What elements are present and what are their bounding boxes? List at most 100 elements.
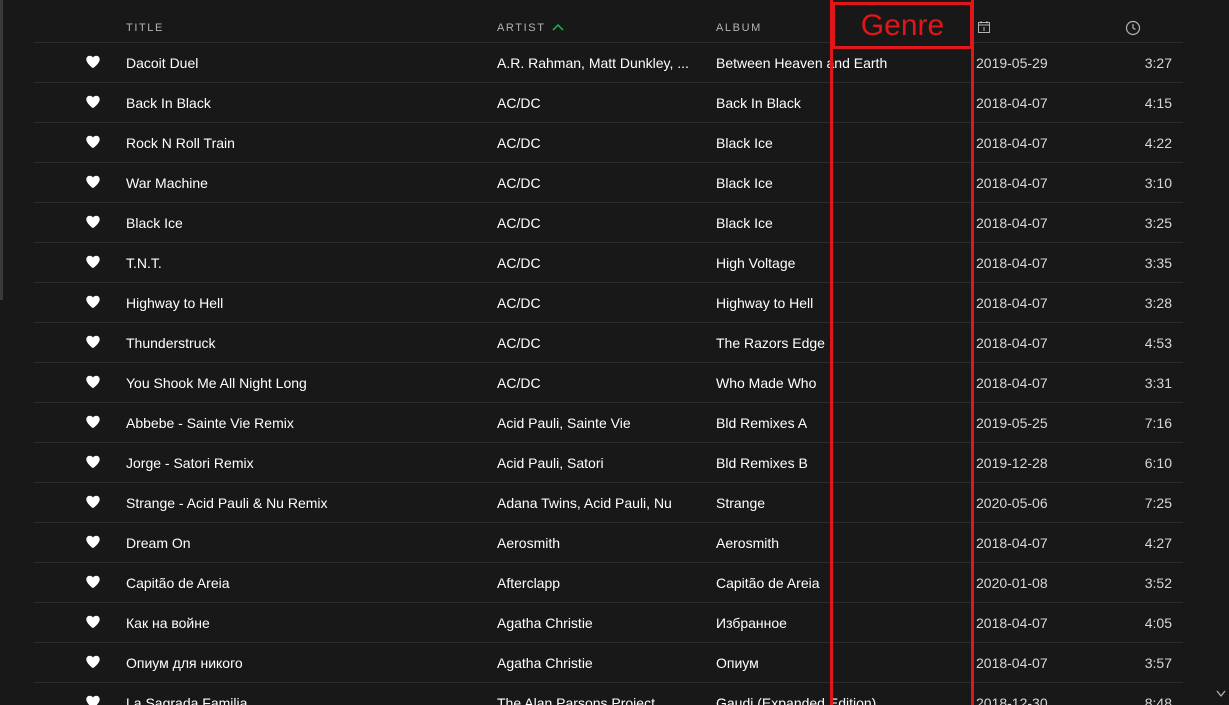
left-scrollbar[interactable] xyxy=(0,0,3,300)
column-header-artist[interactable]: ARTIST xyxy=(497,21,564,35)
track-album[interactable]: Back In Black xyxy=(716,95,966,111)
heart-icon[interactable] xyxy=(85,134,101,150)
track-title: War Machine xyxy=(126,175,208,191)
track-date-added: 2018-04-07 xyxy=(976,295,1048,311)
track-row[interactable]: Thunderstruck AC/DC The Razors Edge 2018-04… xyxy=(34,323,1183,363)
track-album[interactable]: Избранное xyxy=(716,615,966,631)
track-artist[interactable]: AC/DC xyxy=(497,375,697,391)
track-artist[interactable]: Acid Pauli, Sainte Vie xyxy=(497,415,697,431)
track-title: Rock N Roll Train xyxy=(126,135,235,151)
track-album[interactable]: The Razors Edge xyxy=(716,335,966,351)
track-title: Опиум для никого xyxy=(126,655,243,671)
track-row[interactable]: Strange - Acid Pauli & Nu Remix Adana Twi… xyxy=(34,483,1183,523)
track-date-added: 2018-04-07 xyxy=(976,375,1048,391)
track-date-added: 2020-01-08 xyxy=(976,575,1048,591)
track-title: Highway to Hell xyxy=(126,295,224,311)
track-album[interactable]: High Voltage xyxy=(716,255,966,271)
track-row[interactable]: Dacoit Duel A.R. Rahman, Matt Dunkley, ..… xyxy=(34,43,1183,83)
track-date-added: 2020-05-06 xyxy=(976,495,1048,511)
heart-icon[interactable] xyxy=(85,54,101,70)
column-header-row: TITLE ARTIST ALBUM xyxy=(34,0,1183,43)
track-row[interactable]: Опиум для никого Agatha Christie Опиум 2018… xyxy=(34,643,1183,683)
track-title: Как на войне xyxy=(126,615,210,631)
track-artist[interactable]: AC/DC xyxy=(497,295,697,311)
track-album[interactable]: Black Ice xyxy=(716,215,966,231)
track-date-added: 2018-04-07 xyxy=(976,615,1048,631)
track-row[interactable]: You Shook Me All Night Long AC/DC Who Made… xyxy=(34,363,1183,403)
track-album[interactable]: Gaudi (Expanded Edition) xyxy=(716,695,966,705)
track-artist[interactable]: Adana Twins, Acid Pauli, Nu xyxy=(497,495,697,511)
track-artist[interactable]: Aerosmith xyxy=(497,535,697,551)
track-album[interactable]: Aerosmith xyxy=(716,535,966,551)
scroll-down-icon[interactable] xyxy=(1216,690,1226,698)
track-row[interactable]: Highway to Hell AC/DC Highway to Hell 2018-… xyxy=(34,283,1183,323)
track-title: Thunderstruck xyxy=(126,335,216,351)
track-artist[interactable]: AC/DC xyxy=(497,95,697,111)
track-album[interactable]: Highway to Hell xyxy=(716,295,966,311)
track-artist[interactable]: Afterclapp xyxy=(497,575,697,591)
track-artist[interactable]: AC/DC xyxy=(497,135,697,151)
track-row[interactable]: Black Ice AC/DC Black Ice 2018-04-07 3:25 xyxy=(34,203,1183,243)
track-album[interactable]: Опиум xyxy=(716,655,966,671)
track-artist[interactable]: Agatha Christie xyxy=(497,615,697,631)
heart-icon[interactable] xyxy=(85,654,101,670)
track-album[interactable]: Black Ice xyxy=(716,135,966,151)
track-row[interactable]: Abbebe - Sainte Vie Remix Acid Pauli, Sai… xyxy=(34,403,1183,443)
heart-icon[interactable] xyxy=(85,574,101,590)
heart-icon[interactable] xyxy=(85,614,101,630)
track-row[interactable]: Rock N Roll Train AC/DC Black Ice 2018-04-0… xyxy=(34,123,1183,163)
heart-icon[interactable] xyxy=(85,414,101,430)
track-duration: 6:10 xyxy=(1144,455,1172,471)
track-row[interactable]: La Sagrada Familia The Alan Parsons Proje… xyxy=(34,683,1183,705)
track-artist[interactable]: Agatha Christie xyxy=(497,655,697,671)
track-album[interactable]: Strange xyxy=(716,495,966,511)
track-row[interactable]: Capitão de Areia Afterclapp Capitão de Are… xyxy=(34,563,1183,603)
track-row[interactable]: Как на войне Agatha Christie Избранное 2018… xyxy=(34,603,1183,643)
track-artist[interactable]: AC/DC xyxy=(497,335,697,351)
heart-icon[interactable] xyxy=(85,374,101,390)
track-row[interactable]: Dream On Aerosmith Aerosmith 2018-04-07 4:27 xyxy=(34,523,1183,563)
track-title: Dream On xyxy=(126,535,191,551)
track-duration: 8:48 xyxy=(1144,695,1172,705)
track-album[interactable]: Black Ice xyxy=(716,175,966,191)
track-title: La Sagrada Familia xyxy=(126,695,248,705)
track-artist[interactable]: AC/DC xyxy=(497,215,697,231)
heart-icon[interactable] xyxy=(85,334,101,350)
column-header-title[interactable]: TITLE xyxy=(126,21,164,35)
column-header-album[interactable]: ALBUM xyxy=(716,21,762,35)
track-row[interactable]: War Machine AC/DC Black Ice 2018-04-07 3:10 xyxy=(34,163,1183,203)
track-date-added: 2018-04-07 xyxy=(976,215,1048,231)
track-duration: 4:53 xyxy=(1144,335,1172,351)
track-album[interactable]: Bld Remixes B xyxy=(716,455,966,471)
track-album[interactable]: Capitão de Areia xyxy=(716,575,966,591)
track-album[interactable]: Bld Remixes A xyxy=(716,415,966,431)
clock-icon[interactable] xyxy=(1125,20,1141,36)
track-date-added: 2018-04-07 xyxy=(976,655,1048,671)
heart-icon[interactable] xyxy=(85,454,101,470)
track-album[interactable]: Between Heaven and Earth xyxy=(716,55,966,71)
heart-icon[interactable] xyxy=(85,94,101,110)
track-artist[interactable]: AC/DC xyxy=(497,255,697,271)
track-title: Back In Black xyxy=(126,95,211,111)
heart-icon[interactable] xyxy=(85,294,101,310)
track-duration: 7:25 xyxy=(1144,495,1172,511)
heart-icon[interactable] xyxy=(85,254,101,270)
track-artist[interactable]: A.R. Rahman, Matt Dunkley, ... xyxy=(497,55,697,71)
track-row[interactable]: Jorge - Satori Remix Acid Pauli, Satori Bl… xyxy=(34,443,1183,483)
track-artist[interactable]: The Alan Parsons Project xyxy=(497,695,697,705)
track-duration: 3:57 xyxy=(1144,655,1172,671)
calendar-icon[interactable] xyxy=(977,20,991,34)
genre-header-annotation: Genre xyxy=(832,2,973,49)
track-album[interactable]: Who Made Who xyxy=(716,375,966,391)
track-title: Jorge - Satori Remix xyxy=(126,455,254,471)
track-artist[interactable]: Acid Pauli, Satori xyxy=(497,455,697,471)
track-row[interactable]: T.N.T. AC/DC High Voltage 2018-04-07 3:35 xyxy=(34,243,1183,283)
track-title: Strange - Acid Pauli & Nu Remix xyxy=(126,495,328,511)
heart-icon[interactable] xyxy=(85,534,101,550)
track-row[interactable]: Back In Black AC/DC Back In Black 2018-04-0… xyxy=(34,83,1183,123)
heart-icon[interactable] xyxy=(85,694,101,705)
heart-icon[interactable] xyxy=(85,494,101,510)
heart-icon[interactable] xyxy=(85,214,101,230)
track-artist[interactable]: AC/DC xyxy=(497,175,697,191)
heart-icon[interactable] xyxy=(85,174,101,190)
